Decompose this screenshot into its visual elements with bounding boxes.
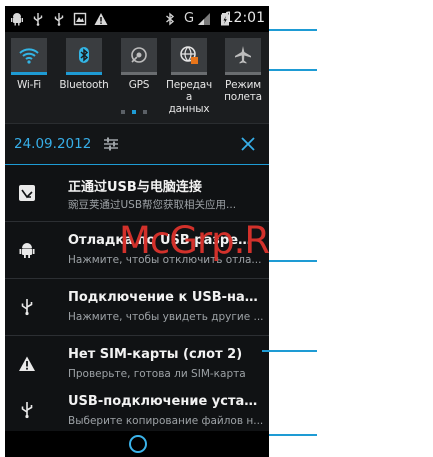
- page-dot-active: [132, 110, 136, 114]
- tile-data-transfer-button[interactable]: [171, 38, 207, 75]
- quick-settings-panel: Wi-Fi Bluetooth GPS Передач а данных Реж…: [5, 32, 269, 123]
- page-indicator: [121, 110, 147, 114]
- data-transfer-icon: [180, 46, 198, 64]
- warning-icon: [94, 12, 108, 26]
- phone-screen: G 12:01 Wi-Fi Bluetooth GPS Передач а да…: [5, 6, 269, 457]
- callout-line: [269, 260, 317, 262]
- usb-icon: [17, 400, 37, 420]
- notification-title: 正通过USB与电脑连接: [68, 180, 202, 195]
- date-bar: 24.09.2012: [5, 123, 269, 166]
- notification-title: USB-подключение устано...: [68, 394, 264, 409]
- g-network-icon: G: [183, 10, 195, 26]
- wifi-icon: [19, 48, 39, 64]
- page-dot: [121, 110, 125, 114]
- callout-line: [262, 350, 317, 352]
- warning-icon: [17, 354, 37, 374]
- tile-airplane-button[interactable]: [225, 38, 261, 75]
- callout-line: [269, 69, 317, 71]
- tile-wifi-label: Wi-Fi: [16, 79, 42, 91]
- usb-icon: [52, 12, 66, 26]
- tile-airplane-label: Режим полета: [224, 79, 262, 103]
- watermark-text: McGrp.Ru: [119, 219, 269, 262]
- bluetooth-icon: [163, 12, 177, 26]
- android-debug-icon: [17, 240, 37, 260]
- tile-wifi-button[interactable]: [11, 38, 47, 75]
- navigation-bar: [5, 431, 269, 457]
- tile-bluetooth[interactable]: Bluetooth: [57, 38, 111, 91]
- notification-item[interactable]: USB-подключение устано... Выберите копир…: [5, 387, 269, 432]
- notification-title: Нет SIM-карты (слот 2): [68, 347, 243, 362]
- notification-item[interactable]: Нет SIM-карты (слот 2) Проверьте, готова…: [5, 336, 269, 393]
- tile-data-transfer-label: Передач а данных: [166, 79, 212, 115]
- gps-icon: [131, 47, 147, 63]
- notification-subtitle: Проверьте, готова ли SIM-карта: [68, 368, 246, 380]
- signal-icon: [197, 12, 211, 26]
- callout-line: [269, 29, 317, 31]
- notification-subtitle: 豌豆荚通过USB帮您获取相关应用...: [68, 199, 237, 211]
- tile-bluetooth-button[interactable]: [66, 38, 102, 75]
- notification-title: Подключение к USB-нако...: [68, 290, 264, 305]
- usb-icon: [31, 12, 45, 26]
- callout-line: [269, 434, 317, 436]
- notification-subtitle: Выберите копирование файлов н...: [68, 415, 264, 427]
- close-icon[interactable]: [240, 136, 256, 152]
- page-dot: [143, 110, 147, 114]
- usb-icon: [17, 297, 37, 317]
- notification-item[interactable]: Подключение к USB-нако... Нажмите, чтобы…: [5, 279, 269, 336]
- home-button-icon[interactable]: [129, 435, 147, 453]
- airplane-icon: [235, 46, 251, 64]
- tile-gps-button[interactable]: [121, 38, 157, 75]
- tile-wifi[interactable]: Wi-Fi: [5, 38, 53, 91]
- tile-gps[interactable]: GPS: [115, 38, 163, 91]
- status-bar[interactable]: G 12:01: [5, 6, 269, 32]
- android-debug-icon: [10, 12, 24, 26]
- date-text: 24.09.2012: [14, 136, 92, 152]
- tile-data-transfer[interactable]: Передач а данных: [165, 38, 213, 115]
- image-icon: [73, 12, 87, 26]
- notification-item[interactable]: 正通过USB与电脑连接 豌豆荚通过USB帮您获取相关应用...: [5, 165, 269, 222]
- usb-pc-icon: [17, 183, 37, 203]
- bluetooth-icon: [79, 47, 89, 63]
- status-clock: 12:01: [224, 10, 265, 26]
- tile-bluetooth-label: Bluetooth: [59, 79, 109, 91]
- settings-sliders-icon[interactable]: [102, 135, 120, 153]
- tile-gps-label: GPS: [128, 79, 150, 91]
- notification-subtitle: Нажмите, чтобы увидеть другие ...: [68, 311, 264, 323]
- tile-airplane[interactable]: Режим полета: [219, 38, 267, 103]
